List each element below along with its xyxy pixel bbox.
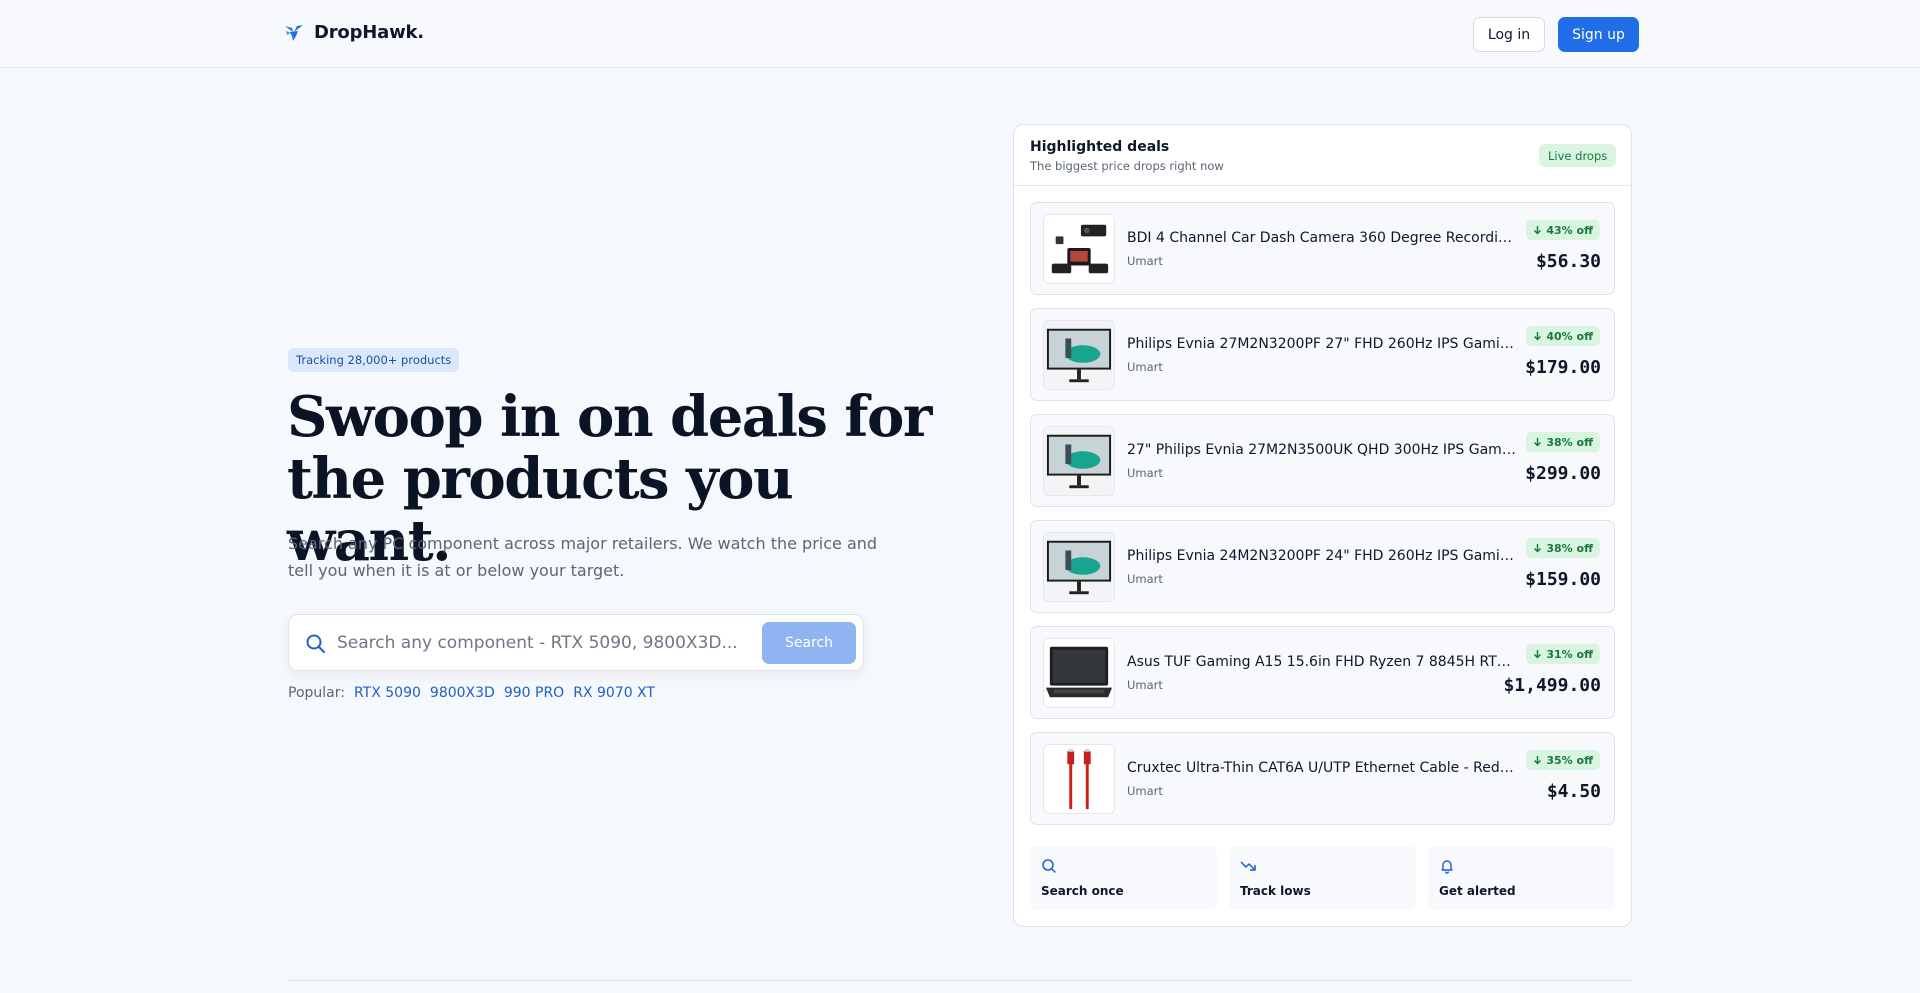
popular-tag[interactable]: RX 9070 XT bbox=[573, 685, 655, 701]
arrow-down-icon bbox=[1534, 332, 1542, 341]
login-button[interactable]: Log in bbox=[1473, 17, 1545, 52]
deal-price: $1,499.00 bbox=[1503, 675, 1601, 696]
discount-badge: 43% off bbox=[1526, 220, 1600, 240]
arrow-down-icon bbox=[1534, 438, 1542, 447]
deal-product-name[interactable]: Philips Evnia 24M2N3200PF 24" FHD 260Hz … bbox=[1127, 548, 1517, 564]
popular-tag[interactable]: 990 PRO bbox=[504, 685, 564, 701]
deal-store: Umart bbox=[1127, 678, 1163, 692]
section-divider bbox=[288, 980, 1632, 981]
discount-text: 38% off bbox=[1546, 435, 1593, 449]
deal-price: $56.30 bbox=[1535, 251, 1601, 272]
product-thumbnail bbox=[1043, 532, 1115, 602]
discount-text: 40% off bbox=[1546, 329, 1593, 343]
product-thumbnail bbox=[1043, 214, 1115, 284]
monitor-image-icon bbox=[1044, 427, 1114, 495]
search-bar: Search bbox=[288, 614, 864, 671]
discount-text: 31% off bbox=[1546, 647, 1593, 661]
discount-badge: 35% off bbox=[1526, 750, 1600, 770]
monitor-image-icon bbox=[1044, 321, 1114, 389]
arrow-down-icon bbox=[1534, 544, 1542, 553]
live-drops-badge: Live drops bbox=[1539, 144, 1617, 167]
feature-track-lows: Track lows bbox=[1229, 846, 1416, 910]
popular-searches: Popular: RTX 5090 9800X3D 990 PRO RX 907… bbox=[288, 685, 655, 701]
discount-text: 43% off bbox=[1546, 223, 1593, 237]
deal-product-name[interactable]: Philips Evnia 27M2N3200PF 27" FHD 260Hz … bbox=[1127, 336, 1517, 352]
feature-label: Get alerted bbox=[1439, 884, 1516, 898]
search-icon bbox=[306, 634, 325, 653]
laptop-image-icon bbox=[1044, 639, 1114, 707]
deal-card[interactable]: Cruxtec Ultra-Thin CAT6A U/UTP Ethernet … bbox=[1030, 732, 1615, 825]
deal-product-name[interactable]: Cruxtec Ultra-Thin CAT6A U/UTP Ethernet … bbox=[1127, 760, 1517, 776]
deal-product-name[interactable]: BDI 4 Channel Car Dash Camera 360 Degree… bbox=[1127, 230, 1517, 246]
bell-icon bbox=[1441, 860, 1453, 874]
search-icon bbox=[1042, 859, 1056, 873]
discount-badge: 40% off bbox=[1526, 326, 1600, 346]
arrow-down-icon bbox=[1534, 650, 1542, 659]
trending-down-icon bbox=[1240, 861, 1256, 871]
discount-badge: 31% off bbox=[1526, 644, 1600, 664]
top-nav: DropHawk. Log in Sign up bbox=[0, 0, 1920, 68]
popular-label: Popular: bbox=[288, 685, 345, 701]
signup-button[interactable]: Sign up bbox=[1558, 17, 1639, 52]
highlighted-deals-panel: Highlighted deals The biggest price drop… bbox=[1013, 124, 1632, 927]
brand[interactable]: DropHawk. bbox=[284, 22, 424, 43]
search-button[interactable]: Search bbox=[762, 622, 856, 664]
deal-price: $299.00 bbox=[1525, 463, 1601, 484]
deal-card[interactable]: 27" Philips Evnia 27M2N3500UK QHD 300Hz … bbox=[1030, 414, 1615, 507]
feature-label: Search once bbox=[1041, 884, 1124, 898]
deal-card[interactable]: Asus TUF Gaming A15 15.6in FHD Ryzen 7 8… bbox=[1030, 626, 1615, 719]
arrow-down-icon bbox=[1534, 756, 1542, 765]
hawk-logo-icon bbox=[285, 24, 303, 41]
discount-text: 35% off bbox=[1546, 753, 1593, 767]
deal-product-name[interactable]: Asus TUF Gaming A15 15.6in FHD Ryzen 7 8… bbox=[1127, 654, 1517, 670]
deal-store: Umart bbox=[1127, 466, 1163, 480]
deal-store: Umart bbox=[1127, 254, 1163, 268]
search-input[interactable] bbox=[337, 627, 747, 659]
popular-tag[interactable]: 9800X3D bbox=[430, 685, 495, 701]
brand-name: DropHawk. bbox=[314, 22, 424, 43]
product-thumbnail bbox=[1043, 638, 1115, 708]
monitor-image-icon bbox=[1044, 533, 1114, 601]
deal-price: $159.00 bbox=[1525, 569, 1601, 590]
tracking-badge: Tracking 28,000+ products bbox=[288, 348, 460, 372]
deal-card[interactable]: Philips Evnia 24M2N3200PF 24" FHD 260Hz … bbox=[1030, 520, 1615, 613]
cable-image-icon bbox=[1044, 745, 1114, 813]
product-thumbnail bbox=[1043, 744, 1115, 814]
popular-tag[interactable]: RTX 5090 bbox=[354, 685, 421, 701]
panel-subtitle: The biggest price drops right now bbox=[1030, 159, 1224, 173]
deal-card[interactable]: BDI 4 Channel Car Dash Camera 360 Degree… bbox=[1030, 202, 1615, 295]
deal-store: Umart bbox=[1127, 360, 1163, 374]
feature-label: Track lows bbox=[1240, 884, 1311, 898]
dashcam-image-icon bbox=[1044, 215, 1114, 283]
deal-price: $4.50 bbox=[1546, 781, 1601, 802]
panel-header: Highlighted deals The biggest price drop… bbox=[1014, 125, 1631, 186]
deal-store: Umart bbox=[1127, 572, 1163, 586]
deal-product-name[interactable]: 27" Philips Evnia 27M2N3500UK QHD 300Hz … bbox=[1127, 442, 1517, 458]
discount-text: 38% off bbox=[1546, 541, 1593, 555]
feature-search-once: Search once bbox=[1030, 846, 1217, 910]
discount-badge: 38% off bbox=[1526, 538, 1600, 558]
hero-subtitle: Search any PC component across major ret… bbox=[288, 534, 878, 580]
product-thumbnail bbox=[1043, 426, 1115, 496]
deal-store: Umart bbox=[1127, 784, 1163, 798]
arrow-down-icon bbox=[1534, 226, 1542, 235]
deal-price: $179.00 bbox=[1525, 357, 1601, 378]
feature-get-alerted: Get alerted bbox=[1428, 846, 1615, 910]
product-thumbnail bbox=[1043, 320, 1115, 390]
discount-badge: 38% off bbox=[1526, 432, 1600, 452]
deal-card[interactable]: Philips Evnia 27M2N3200PF 27" FHD 260Hz … bbox=[1030, 308, 1615, 401]
panel-title: Highlighted deals bbox=[1030, 139, 1170, 155]
